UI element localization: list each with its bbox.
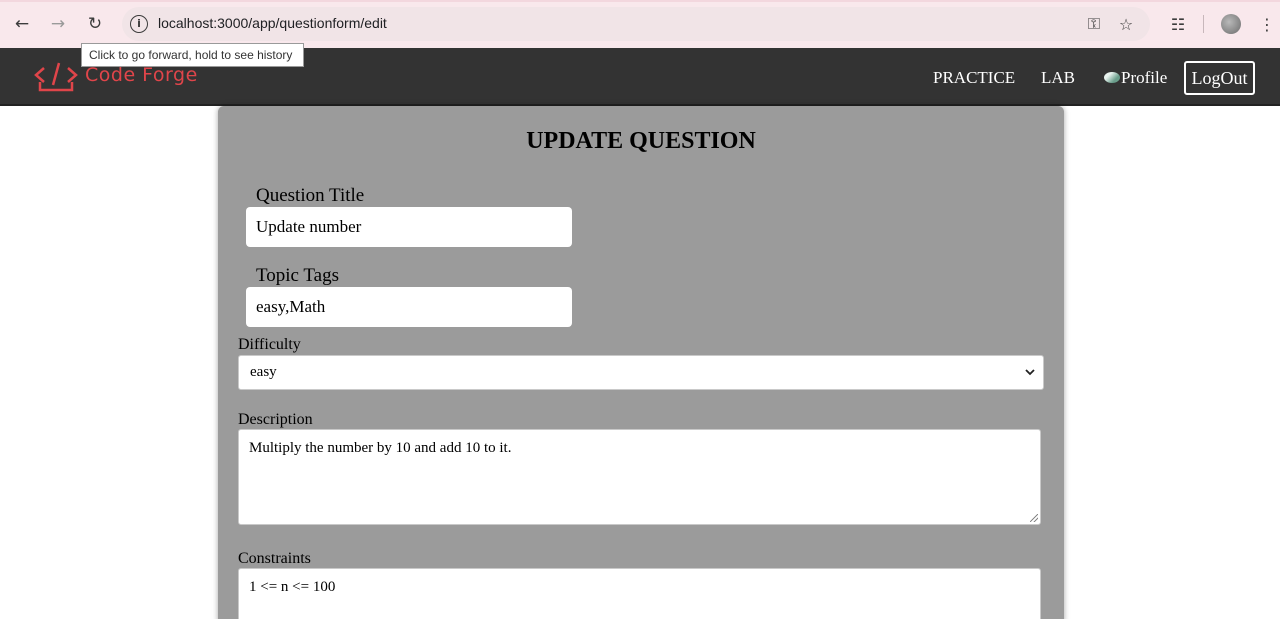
forward-tooltip: Click to go forward, hold to see history — [81, 43, 304, 67]
site-info-icon[interactable]: i — [130, 15, 148, 33]
constraints-textarea[interactable]: 1 <= n <= 100 — [238, 568, 1041, 619]
question-title-input[interactable]: Update number — [246, 207, 572, 247]
browser-toolbar: ← → ↻ i localhost:3000/app/questionform/… — [0, 0, 1280, 48]
nav-link-practice[interactable]: PRACTICE — [933, 68, 1015, 88]
reload-icon[interactable]: ↻ — [83, 12, 107, 36]
constraints-text: 1 <= n <= 100 — [249, 579, 336, 595]
menu-kebab-icon[interactable]: ⋮ — [1255, 12, 1279, 36]
topic-tags-label: Topic Tags — [256, 265, 340, 286]
update-question-form: UPDATE QUESTION Question Title Update nu… — [218, 106, 1064, 619]
description-textarea[interactable]: Multiply the number by 10 and add 10 to … — [238, 429, 1041, 525]
url-text[interactable]: localhost:3000/app/questionform/edit — [158, 15, 387, 31]
description-text: Multiply the number by 10 and add 10 to … — [249, 440, 512, 456]
nav-link-profile[interactable]: Profile — [1104, 68, 1167, 88]
extensions-icon[interactable]: ☷ — [1166, 12, 1190, 36]
profile-avatar[interactable] — [1221, 14, 1241, 34]
back-arrow-icon[interactable]: ← — [10, 12, 34, 36]
address-bar[interactable]: i localhost:3000/app/questionform/edit ⚿… — [122, 7, 1150, 41]
chevron-down-icon — [1023, 356, 1037, 389]
topic-tags-input[interactable]: easy,Math — [246, 287, 572, 327]
resize-handle-icon[interactable] — [1030, 514, 1038, 522]
question-title-label: Question Title — [256, 185, 365, 206]
toolbar-divider — [1203, 15, 1204, 33]
password-key-icon[interactable]: ⚿ — [1084, 14, 1104, 33]
brand-name[interactable]: Code Forge — [85, 64, 198, 86]
logout-button[interactable]: LogOut — [1184, 61, 1255, 95]
difficulty-selected-value: easy — [250, 364, 277, 380]
code-forge-logo-icon[interactable] — [34, 60, 78, 94]
bookmark-star-icon[interactable]: ☆ — [1116, 15, 1136, 34]
nav-link-profile-label: Profile — [1121, 68, 1168, 87]
difficulty-label: Difficulty — [238, 336, 301, 353]
constraints-label: Constraints — [238, 550, 311, 567]
form-title: UPDATE QUESTION — [526, 128, 756, 154]
tab-strip-edge — [0, 0, 1280, 2]
description-label: Description — [238, 411, 313, 428]
difficulty-select[interactable]: easy — [238, 355, 1044, 390]
profile-icon — [1104, 72, 1120, 83]
nav-link-lab[interactable]: LAB — [1041, 68, 1075, 88]
forward-arrow-icon[interactable]: → — [46, 12, 70, 36]
